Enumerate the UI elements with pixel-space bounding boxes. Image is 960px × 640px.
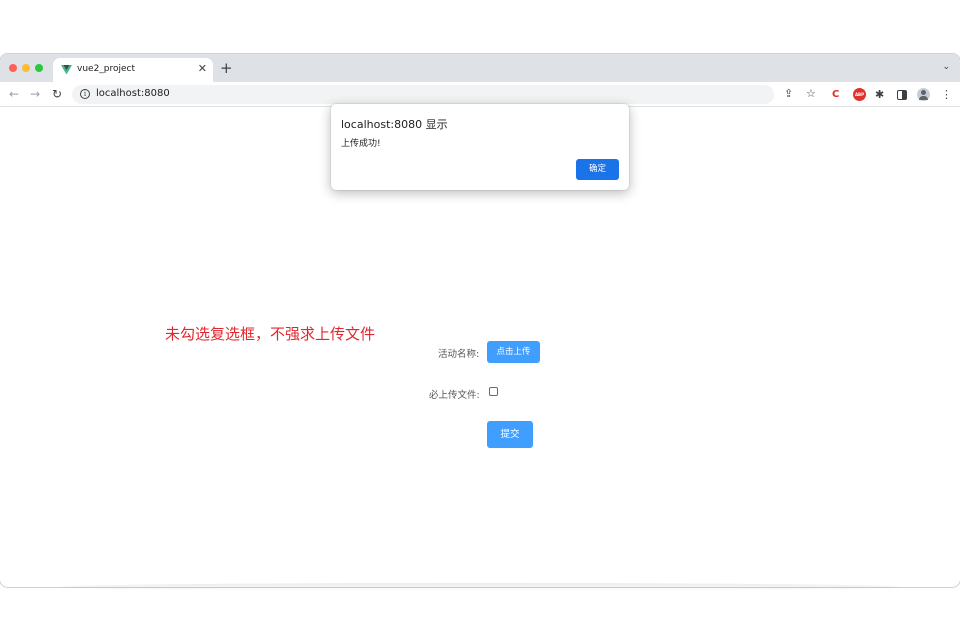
upload-button[interactable]: 点击上传 [487,341,540,363]
required-file-checkbox[interactable] [489,387,498,396]
submit-button[interactable]: 提交 [487,421,533,448]
reload-icon[interactable]: ↻ [52,87,62,101]
puzzle-icon[interactable]: ✱ [875,88,888,101]
url-text[interactable]: localhost:8080 [96,88,170,99]
star-icon[interactable]: ☆ [806,87,816,101]
tab-strip: vue2_project ✕ + ⌄ [0,54,960,82]
tab-vue2-project[interactable]: vue2_project ✕ [53,58,213,82]
new-tab-button[interactable]: + [220,61,233,76]
alert-dialog: localhost:8080 显示 上传成功! 确定 [331,104,629,190]
window-shadow [60,583,900,591]
vue-logo-icon [61,65,72,75]
dialog-ok-button[interactable]: 确定 [576,159,619,180]
required-file-label: 必上传文件: [429,390,480,401]
annotation-text: 未勾选复选框，不强求上传文件 [165,325,376,343]
chevron-down-icon[interactable]: ⌄ [942,62,950,72]
adblock-icon[interactable]: ABP [853,88,866,101]
activity-name-label: 活动名称: [438,349,480,360]
screen: vue2_project ✕ + ⌄ ← → ↻ i localhost:808… [0,0,960,640]
arrow-left-icon[interactable]: ← [9,87,19,101]
tab-title: vue2_project [77,64,136,74]
minimize-window-button[interactable] [22,64,30,72]
share-icon[interactable]: ⇪ [784,87,793,101]
dialog-title: localhost:8080 显示 [341,118,448,131]
more-vert-icon[interactable]: ⋮ [941,88,954,101]
arrow-right-icon[interactable]: → [30,87,40,101]
close-icon[interactable]: ✕ [198,62,207,76]
maximize-window-button[interactable] [35,64,43,72]
info-icon[interactable]: i [80,89,90,99]
avatar-icon[interactable] [917,88,930,101]
side-panel-icon[interactable] [897,90,907,100]
address-bar[interactable]: i localhost:8080 ⇪ ☆ [72,85,816,104]
dialog-message: 上传成功! [341,139,381,149]
extension-c-icon[interactable]: C [832,88,845,101]
close-window-button[interactable] [9,64,17,72]
